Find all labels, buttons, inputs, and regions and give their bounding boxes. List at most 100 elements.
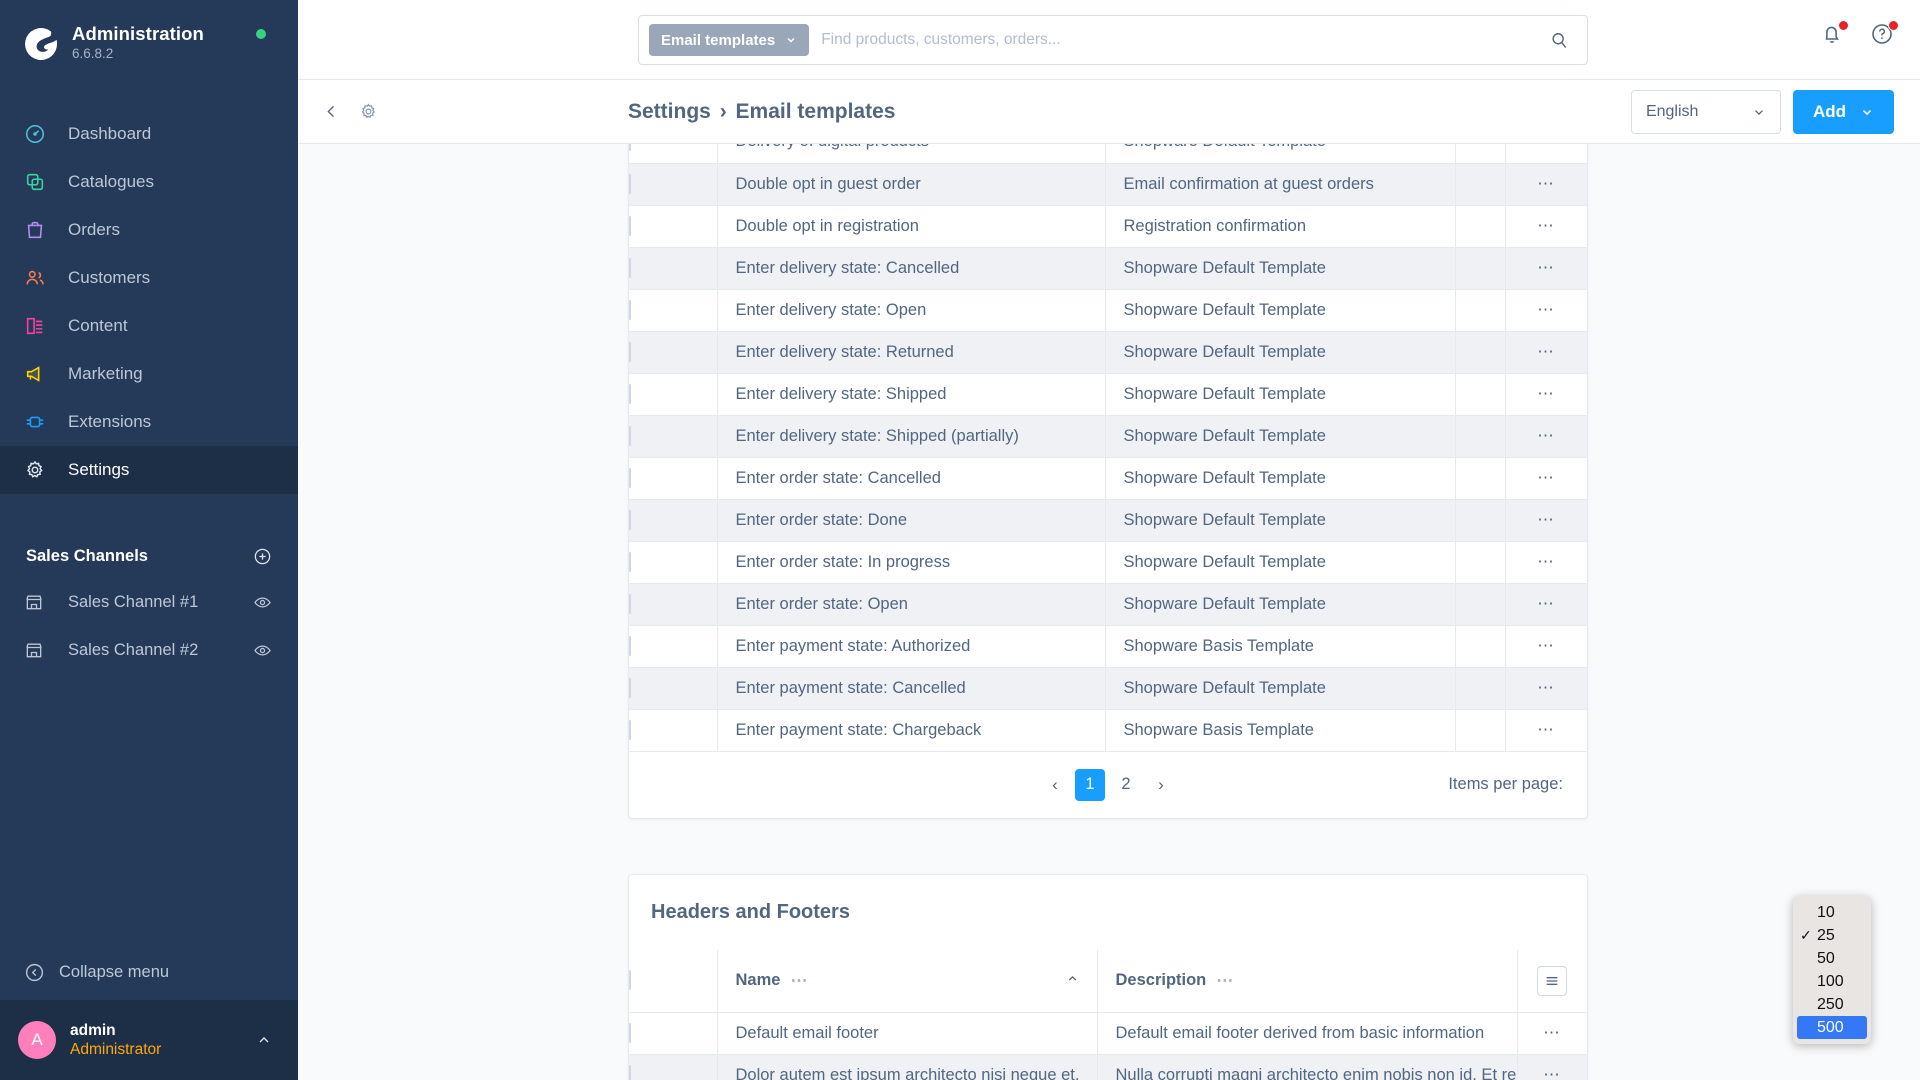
items-per-page-option-50[interactable]: 50 <box>1793 947 1871 970</box>
row-name: Enter order state: Done <box>735 510 908 529</box>
row-checkbox[interactable] <box>629 551 631 572</box>
table-row[interactable]: Enter payment state: Authorized Shopware … <box>629 625 1587 668</box>
user-menu[interactable]: A admin Administrator <box>0 1000 298 1080</box>
ellipsis-icon[interactable]: ⋯ <box>1517 1012 1587 1055</box>
table-row[interactable]: Double opt in registration Registration c… <box>629 205 1587 248</box>
row-checkbox[interactable] <box>629 144 631 152</box>
add-button[interactable]: Add <box>1792 89 1894 134</box>
row-checkbox[interactable] <box>629 593 631 614</box>
table-row[interactable]: Dolor autem est ipsum architecto nisi ne… <box>629 1054 1587 1080</box>
ellipsis-icon[interactable]: ⋯ <box>1505 373 1587 416</box>
items-per-page-option-25[interactable]: 25 <box>1793 924 1871 947</box>
pagination-page-1[interactable]: 1 <box>1075 768 1105 801</box>
list-settings-icon[interactable] <box>1537 965 1568 996</box>
items-per-page-option-10[interactable]: 10 <box>1793 901 1871 924</box>
eye-icon[interactable] <box>253 593 272 612</box>
ellipsis-icon[interactable]: ⋯ <box>790 972 808 989</box>
breadcrumb-parent[interactable]: Settings <box>628 100 711 123</box>
row-checkbox[interactable] <box>629 719 631 740</box>
collapse-menu-button[interactable]: Collapse menu <box>0 944 298 1000</box>
column-header-name[interactable]: Name ⋯ <box>717 950 1098 1013</box>
table-row[interactable]: Enter order state: Open Shopware Default … <box>629 583 1587 626</box>
ellipsis-icon[interactable]: ⋯ <box>1505 415 1587 458</box>
chevron-up-icon[interactable] <box>256 1032 272 1048</box>
row-checkbox[interactable] <box>629 173 631 194</box>
sidebar-item-content[interactable]: Content <box>0 302 298 350</box>
items-per-page-option-500[interactable]: 500 <box>1797 1016 1867 1039</box>
row-checkbox[interactable] <box>629 509 631 530</box>
table-row[interactable]: Enter order state: In progress Shopware D… <box>629 541 1587 584</box>
search-icon[interactable] <box>1549 30 1569 50</box>
row-name: Double opt in registration <box>735 216 919 235</box>
ellipsis-icon[interactable]: ⋯ <box>1517 1054 1587 1080</box>
sales-channel-item-2[interactable]: Sales Channel #2 <box>0 626 298 674</box>
ellipsis-icon[interactable]: ⋯ <box>1505 541 1587 584</box>
table-row[interactable]: Enter delivery state: Returned Shopware D… <box>629 331 1587 374</box>
ellipsis-icon[interactable]: ⋯ <box>1505 205 1587 248</box>
bell-icon[interactable] <box>1820 20 1849 48</box>
ellipsis-icon[interactable]: ⋯ <box>1505 625 1587 668</box>
ellipsis-icon[interactable]: ⋯ <box>1505 499 1587 542</box>
table-row[interactable]: Enter delivery state: Cancelled Shopware … <box>629 247 1587 290</box>
pagination-next[interactable]: › <box>1147 771 1175 799</box>
ellipsis-icon[interactable]: ⋯ <box>1505 457 1587 500</box>
table-row[interactable]: Delivery of digital productsShopware Def… <box>629 144 1587 164</box>
row-checkbox[interactable] <box>629 635 631 656</box>
row-checkbox[interactable] <box>629 341 631 362</box>
items-per-page-option-250[interactable]: 250 <box>1793 993 1871 1016</box>
gear-icon[interactable] <box>359 102 378 121</box>
row-checkbox[interactable] <box>629 299 631 320</box>
row-description-cell: Shopware Default Template <box>1105 373 1455 416</box>
items-per-page-option-100[interactable]: 100 <box>1793 970 1871 993</box>
ellipsis-icon[interactable]: ⋯ <box>1505 583 1587 626</box>
table-row[interactable]: Enter payment state: Cancelled Shopware D… <box>629 667 1587 710</box>
table-row[interactable]: Enter order state: Done Shopware Default … <box>629 499 1587 542</box>
row-checkbox[interactable] <box>629 215 631 236</box>
ellipsis-icon[interactable]: ⋯ <box>1216 972 1234 989</box>
items-per-page-popup[interactable]: 102550100250500 <box>1793 896 1871 1044</box>
sidebar-item-dashboard[interactable]: Dashboard <box>0 110 298 158</box>
table-row[interactable]: Enter delivery state: Open Shopware Defau… <box>629 289 1587 332</box>
ellipsis-icon[interactable]: ⋯ <box>1505 247 1587 290</box>
row-checkbox[interactable] <box>629 677 631 698</box>
ellipsis-icon[interactable]: ⋯ <box>1505 144 1587 164</box>
sidebar-item-catalogues[interactable]: Catalogues <box>0 158 298 206</box>
chevron-left-icon[interactable] <box>322 102 341 121</box>
table-row[interactable]: Double opt in guest order Email confirmat… <box>629 163 1587 206</box>
chevron-up-icon[interactable] <box>1066 971 1079 990</box>
pagination-prev[interactable]: ‹ <box>1041 771 1069 799</box>
search-scope-button[interactable]: Email templates <box>649 24 810 56</box>
sidebar-item-extensions[interactable]: Extensions <box>0 398 298 446</box>
table-row[interactable]: Enter payment state: Chargeback Shopware … <box>629 709 1587 752</box>
search-input[interactable] <box>821 31 1549 49</box>
ellipsis-icon[interactable]: ⋯ <box>1505 331 1587 374</box>
row-checkbox[interactable] <box>629 1064 631 1080</box>
help-circle-icon[interactable] <box>1870 20 1899 48</box>
column-header-description[interactable]: Description ⋯ <box>1097 950 1518 1013</box>
table-row[interactable]: Enter delivery state: Shipped Shopware De… <box>629 373 1587 416</box>
row-checkbox[interactable] <box>629 383 631 404</box>
row-checkbox[interactable] <box>629 425 631 446</box>
eye-icon[interactable] <box>253 641 272 660</box>
language-select[interactable]: English <box>1630 89 1781 134</box>
plus-circle-icon[interactable] <box>253 547 272 566</box>
select-all-checkbox[interactable] <box>629 970 631 991</box>
table-row[interactable]: Enter order state: Cancelled Shopware Def… <box>629 457 1587 500</box>
sidebar-item-settings[interactable]: Settings <box>0 446 298 494</box>
table-row[interactable]: Default email footer Default email footer… <box>629 1012 1587 1055</box>
content-icon <box>24 315 54 337</box>
ellipsis-icon[interactable]: ⋯ <box>1505 289 1587 332</box>
ellipsis-icon[interactable]: ⋯ <box>1505 667 1587 710</box>
sidebar-item-marketing[interactable]: Marketing <box>0 350 298 398</box>
row-checkbox[interactable] <box>629 257 631 278</box>
table-row[interactable]: Enter delivery state: Shipped (partially… <box>629 415 1587 458</box>
row-checkbox[interactable] <box>629 467 631 488</box>
sales-channel-item-1[interactable]: Sales Channel #1 <box>0 578 298 626</box>
row-checkbox[interactable] <box>629 1022 631 1043</box>
ellipsis-icon[interactable]: ⋯ <box>1505 709 1587 752</box>
ellipsis-icon[interactable]: ⋯ <box>1505 163 1587 206</box>
sidebar-item-orders[interactable]: Orders <box>0 206 298 254</box>
pagination-page-2[interactable]: 2 <box>1111 769 1141 801</box>
sidebar-item-customers[interactable]: Customers <box>0 254 298 302</box>
row-spacer-cell <box>1455 205 1505 248</box>
